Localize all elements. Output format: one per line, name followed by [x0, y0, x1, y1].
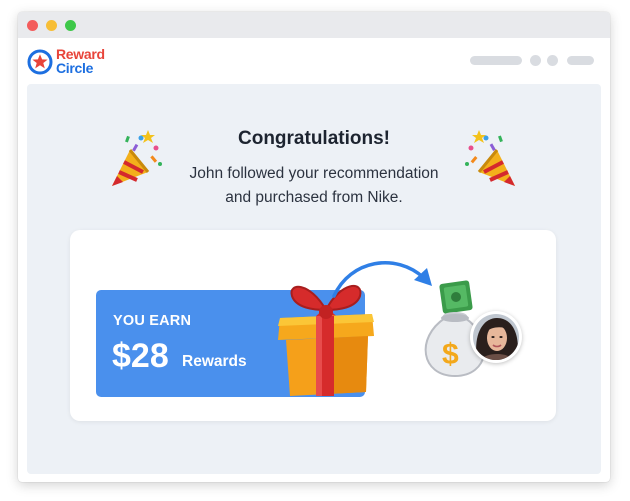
nav-placeholder-icon[interactable] [530, 55, 541, 66]
close-window-button[interactable] [27, 20, 38, 31]
notification-message: John followed your recommendation and pu… [157, 162, 471, 210]
user-photo [473, 314, 519, 360]
star-circle-icon [27, 49, 53, 75]
reward-amount: $28 [112, 337, 169, 375]
message-line-1: John followed your recommendation [189, 165, 439, 182]
reward-unit: Rewards [182, 353, 247, 370]
logo-wordmark: Reward Circle [56, 47, 105, 75]
nav-placeholder-icon[interactable] [547, 55, 558, 66]
logo-word-reward: Reward [56, 46, 105, 62]
nav-placeholder-link[interactable] [470, 56, 522, 65]
nav-placeholder-menu[interactable] [567, 56, 594, 65]
browser-window: Reward Circle Congratulations! John foll… [18, 12, 610, 482]
logo-word-circle: Circle [56, 60, 94, 76]
site-navbar: Reward Circle [18, 38, 610, 84]
notification-panel: Congratulations! John followed your reco… [27, 84, 601, 474]
you-earn-label: YOU EARN [113, 313, 192, 329]
reward-circle-logo[interactable]: Reward Circle [27, 45, 137, 79]
user-avatar[interactable] [470, 311, 522, 363]
minimize-window-button[interactable] [46, 20, 57, 31]
window-titlebar [18, 12, 610, 38]
svg-text:$: $ [442, 338, 459, 371]
maximize-window-button[interactable] [65, 20, 76, 31]
message-line-2: and purchased from Nike. [225, 189, 403, 206]
party-popper-icon [465, 130, 515, 186]
